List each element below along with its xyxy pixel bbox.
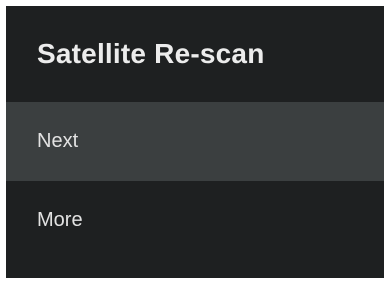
- more-button[interactable]: More: [6, 181, 384, 260]
- dialog-header: Satellite Re-scan: [6, 6, 384, 102]
- dialog-title: Satellite Re-scan: [37, 38, 265, 69]
- dialog-menu: Next More: [6, 102, 384, 260]
- more-button-label: More: [37, 209, 83, 231]
- next-button[interactable]: Next: [6, 102, 384, 181]
- satellite-rescan-dialog: Satellite Re-scan Next More: [6, 6, 384, 278]
- next-button-label: Next: [37, 130, 79, 152]
